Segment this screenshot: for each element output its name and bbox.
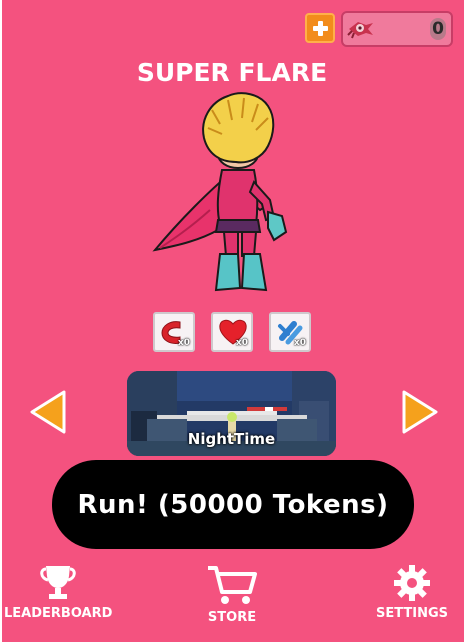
hero-character-image [152, 92, 288, 292]
powerup-count: x0 [235, 338, 248, 348]
frame-edge [0, 0, 2, 642]
character-name: SUPER FLARE [136, 58, 328, 87]
powerup-count: x0 [177, 338, 190, 348]
store-label: STORE [207, 610, 257, 625]
trophy-icon [40, 566, 76, 599]
run-button[interactable]: Run! (50000 Tokens) [52, 460, 414, 549]
run-button-label: Run! (50000 Tokens) [77, 489, 389, 520]
settings-button[interactable]: SETTINGS [372, 564, 452, 621]
buy-tokens-button[interactable] [305, 13, 335, 43]
settings-label: SETTINGS [375, 606, 449, 621]
token-count: 0 [430, 18, 446, 40]
powerup-count: x0 [293, 338, 306, 348]
level-card[interactable]: NightTime [127, 371, 336, 456]
next-level-arrow[interactable] [398, 388, 442, 436]
store-button[interactable]: STORE [200, 564, 264, 625]
token-balance: 0 [341, 11, 453, 47]
gear-icon [394, 565, 430, 601]
powerup-heart[interactable]: x0 [211, 312, 253, 352]
token-icon [347, 22, 373, 39]
powerup-double-magnet[interactable]: x0 [269, 312, 311, 352]
cart-icon [208, 566, 257, 604]
prev-level-arrow[interactable] [26, 388, 70, 436]
powerup-magnet[interactable]: x0 [153, 312, 195, 352]
level-name: NightTime [187, 430, 276, 448]
leaderboard-label: LEADERBOARD [4, 606, 113, 621]
main-menu-screen: 0 SUPER FLARE x0 x0 x0 NightTime Run! (5… [0, 0, 464, 642]
leaderboard-button[interactable]: LEADERBOARD [4, 564, 112, 621]
